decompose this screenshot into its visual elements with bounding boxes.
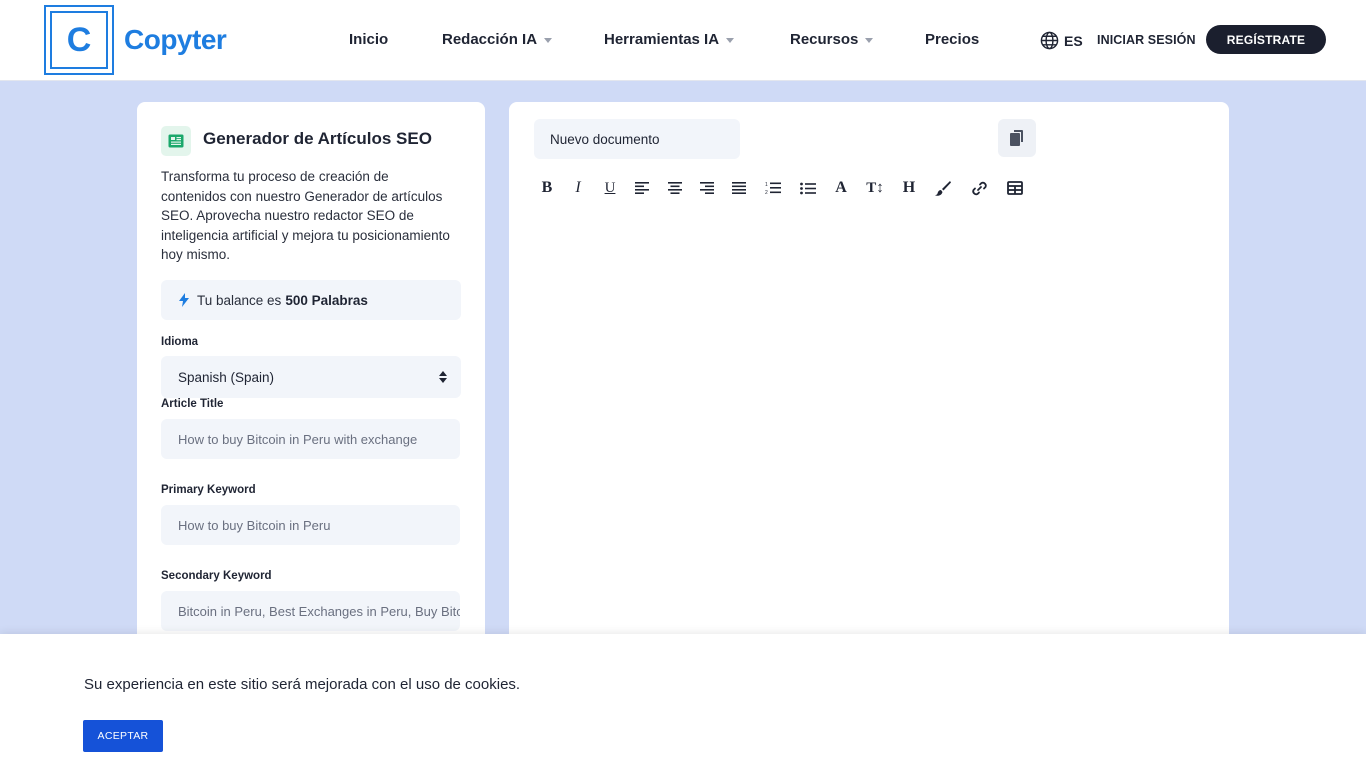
balance-value: 500 Palabras — [285, 292, 368, 308]
copy-button[interactable] — [998, 119, 1036, 157]
nav-item-redaccion-ia[interactable]: Redacción IA — [442, 31, 553, 48]
caret-down-icon — [865, 38, 874, 43]
nav-item-inicio[interactable]: Inicio — [349, 31, 388, 48]
logo-mark: C — [44, 5, 114, 75]
primary-keyword-input[interactable] — [161, 505, 460, 545]
primary-keyword-label: Primary Keyword — [161, 484, 256, 496]
tool-form-card: Generador de Artículos SEO Transforma tu… — [137, 102, 485, 662]
brush-icon[interactable] — [930, 175, 956, 201]
nav-label: Inicio — [349, 31, 389, 48]
caret-down-icon — [544, 38, 553, 43]
word-balance: Tu balance es 500 Palabras — [161, 280, 461, 320]
cookie-banner: Su experiencia en este sitio será mejora… — [0, 634, 1366, 768]
brand-name: Copyter — [124, 24, 227, 55]
article-title-input[interactable] — [161, 419, 460, 459]
language-selector[interactable]: ES — [1040, 31, 1083, 50]
nav-item-precios[interactable]: Precios — [925, 31, 979, 48]
login-link[interactable]: INICIAR SESIÓN — [1097, 33, 1196, 47]
editor-card: B I U 12 A T↕ H — [509, 102, 1229, 662]
align-center-icon[interactable] — [662, 175, 688, 201]
nav-label: Redacción IA — [442, 31, 538, 48]
bullet-list-icon[interactable] — [795, 175, 821, 201]
document-name-input[interactable] — [534, 119, 740, 159]
font-size-icon[interactable]: T↕ — [862, 175, 888, 201]
nav-label: Recursos — [790, 31, 859, 48]
table-icon[interactable] — [1002, 175, 1028, 201]
underline-icon[interactable]: U — [597, 175, 623, 201]
heading-icon[interactable]: H — [896, 175, 922, 201]
language-select[interactable]: Spanish (Spain) — [161, 356, 461, 398]
balance-prefix: Tu balance es — [197, 292, 282, 308]
site-header: C Copyter Inicio Redacción IA Herramient… — [0, 0, 1366, 81]
logo-letter: C — [50, 11, 108, 69]
signup-button[interactable]: REGÍSTRATE — [1206, 25, 1326, 54]
cookie-message: Su experiencia en este sitio será mejora… — [84, 676, 521, 693]
language-code: ES — [1064, 32, 1083, 49]
globe-icon — [1040, 31, 1059, 50]
font-color-icon[interactable]: A — [828, 175, 854, 201]
copy-icon — [1010, 130, 1023, 146]
nav-label: Precios — [925, 31, 980, 48]
align-left-icon[interactable] — [629, 175, 655, 201]
secondary-keyword-input[interactable] — [161, 591, 460, 631]
select-arrows-icon — [439, 371, 447, 383]
link-icon[interactable] — [966, 175, 992, 201]
tool-title: Generador de Artículos SEO — [203, 129, 432, 148]
nav-item-recursos[interactable]: Recursos — [790, 31, 874, 48]
svg-text:2: 2 — [765, 190, 768, 195]
newspaper-icon — [161, 126, 191, 156]
italic-icon[interactable]: I — [565, 175, 591, 201]
language-label: Idioma — [161, 336, 199, 348]
language-select-value: Spanish (Spain) — [178, 369, 275, 385]
nav-item-herramientas-ia[interactable]: Herramientas IA — [604, 31, 735, 48]
lightning-icon — [179, 293, 189, 307]
caret-down-icon — [726, 38, 735, 43]
align-right-icon[interactable] — [694, 175, 720, 201]
ordered-list-icon[interactable]: 12 — [760, 175, 786, 201]
tool-description: Transforma tu proceso de creación de con… — [161, 169, 450, 263]
brand-logo[interactable]: C Copyter — [44, 5, 227, 75]
article-title-label: Article Title — [161, 398, 224, 410]
bold-icon[interactable]: B — [534, 175, 560, 201]
svg-text:1: 1 — [765, 182, 768, 188]
secondary-keyword-label: Secondary Keyword — [161, 570, 272, 582]
align-justify-icon[interactable] — [726, 175, 752, 201]
nav-label: Herramientas IA — [604, 31, 720, 48]
accept-cookies-button[interactable]: ACEPTAR — [83, 720, 163, 752]
